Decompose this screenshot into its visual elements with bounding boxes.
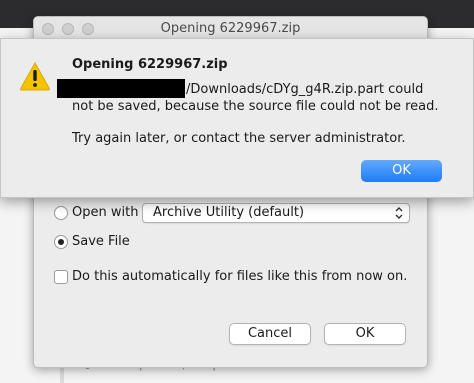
alert-message-line2: not be saved, because the source file co… (72, 99, 439, 114)
redacted-path (57, 79, 185, 98)
open-with-label: Open with (72, 205, 139, 220)
ok-button[interactable]: OK (324, 323, 406, 345)
dialog-title: Opening 6229967.zip (160, 21, 301, 36)
open-with-select[interactable]: Archive Utility (default) (142, 203, 410, 223)
cancel-button[interactable]: Cancel (229, 323, 311, 345)
auto-action-label: Do this automatically for files like thi… (72, 269, 408, 284)
save-file-radio[interactable] (54, 235, 68, 249)
error-alert: Opening 6229967.zip /Downloads/cDYg_g4R.… (0, 38, 474, 198)
open-with-radio[interactable] (54, 206, 68, 220)
save-file-label: Save File (72, 234, 130, 249)
auto-action-checkbox[interactable] (54, 270, 68, 284)
alert-message-line1: /Downloads/cDYg_g4R.zip.part could (186, 82, 424, 97)
open-with-select-value: Archive Utility (default) (153, 205, 305, 220)
alert-title: Opening 6229967.zip (72, 57, 228, 72)
alert-message-line3: Try again later, or contact the server a… (72, 131, 406, 146)
alert-ok-button[interactable]: OK (361, 160, 442, 182)
chevron-updown-icon (395, 207, 403, 219)
warning-icon (20, 61, 50, 91)
